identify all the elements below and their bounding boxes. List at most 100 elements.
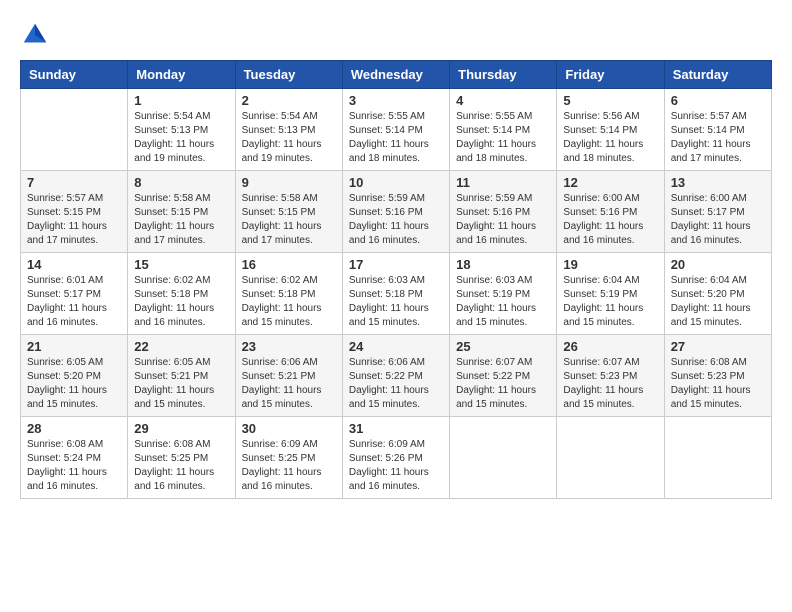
calendar-week-row: 7 Sunrise: 5:57 AM Sunset: 5:15 PM Daylig… bbox=[21, 171, 772, 253]
cell-info: Sunrise: 6:05 AM Sunset: 5:21 PM Dayligh… bbox=[134, 356, 228, 412]
day-number: 25 bbox=[456, 339, 550, 354]
calendar-cell bbox=[21, 89, 128, 171]
day-number: 19 bbox=[563, 257, 657, 272]
calendar-cell: 8Sunrise: 5:58 AM Sunset: 5:15 PM Daylig… bbox=[128, 171, 235, 253]
cell-info: Sunrise: 5:55 AM Sunset: 5:14 PM Dayligh… bbox=[456, 110, 550, 166]
calendar-cell: 4 Sunrise: 5:55 AM Sunset: 5:14 PM Daylig… bbox=[450, 89, 557, 171]
day-number: 17 bbox=[349, 257, 443, 272]
calendar-cell: 18 Sunrise: 6:03 AM Sunset: 5:19 PM Dayli… bbox=[450, 253, 557, 335]
column-header-sunday: Sunday bbox=[21, 61, 128, 89]
cell-info: Sunrise: 6:04 AM Sunset: 5:19 PM Dayligh… bbox=[563, 274, 657, 330]
cell-info: Sunrise: 6:03 AM Sunset: 5:19 PM Dayligh… bbox=[456, 274, 550, 330]
logo bbox=[20, 20, 54, 50]
column-header-tuesday: Tuesday bbox=[235, 61, 342, 89]
day-number: 11 bbox=[456, 175, 550, 190]
cell-info: Sunrise: 5:57 AM Sunset: 5:15 PM Dayligh… bbox=[27, 192, 121, 248]
day-number: 10 bbox=[349, 175, 443, 190]
calendar-cell: 9Sunrise: 5:58 AM Sunset: 5:15 PM Daylig… bbox=[235, 171, 342, 253]
cell-info: Sunrise: 5:54 AM Sunset: 5:13 PM Dayligh… bbox=[134, 110, 228, 166]
day-number: 3 bbox=[349, 93, 443, 108]
cell-info: Sunrise: 6:02 AM Sunset: 5:18 PM Dayligh… bbox=[134, 274, 228, 330]
cell-info: Sunrise: 6:04 AM Sunset: 5:20 PM Dayligh… bbox=[671, 274, 765, 330]
day-number: 13 bbox=[671, 175, 765, 190]
day-number: 27 bbox=[671, 339, 765, 354]
cell-info: Sunrise: 6:08 AM Sunset: 5:24 PM Dayligh… bbox=[27, 438, 121, 494]
logo-icon bbox=[20, 20, 50, 50]
day-number: 5 bbox=[563, 93, 657, 108]
day-number: 20 bbox=[671, 257, 765, 272]
calendar-cell: 22 Sunrise: 6:05 AM Sunset: 5:21 PM Dayli… bbox=[128, 335, 235, 417]
column-header-saturday: Saturday bbox=[664, 61, 771, 89]
cell-info: Sunrise: 5:56 AM Sunset: 5:14 PM Dayligh… bbox=[563, 110, 657, 166]
calendar-cell: 26Sunrise: 6:07 AM Sunset: 5:23 PM Dayli… bbox=[557, 335, 664, 417]
calendar-week-row: 1 Sunrise: 5:54 AM Sunset: 5:13 PM Daylig… bbox=[21, 89, 772, 171]
cell-info: Sunrise: 6:06 AM Sunset: 5:21 PM Dayligh… bbox=[242, 356, 336, 412]
day-number: 22 bbox=[134, 339, 228, 354]
calendar-cell: 14 Sunrise: 6:01 AM Sunset: 5:17 PM Dayli… bbox=[21, 253, 128, 335]
calendar-cell bbox=[557, 417, 664, 499]
day-number: 7 bbox=[27, 175, 121, 190]
cell-info: Sunrise: 6:03 AM Sunset: 5:18 PM Dayligh… bbox=[349, 274, 443, 330]
cell-info: Sunrise: 5:55 AM Sunset: 5:14 PM Dayligh… bbox=[349, 110, 443, 166]
cell-info: Sunrise: 6:09 AM Sunset: 5:26 PM Dayligh… bbox=[349, 438, 443, 494]
calendar-cell bbox=[450, 417, 557, 499]
calendar-cell: 19 Sunrise: 6:04 AM Sunset: 5:19 PM Dayli… bbox=[557, 253, 664, 335]
cell-info: Sunrise: 6:08 AM Sunset: 5:25 PM Dayligh… bbox=[134, 438, 228, 494]
day-number: 9 bbox=[242, 175, 336, 190]
calendar-cell: 17 Sunrise: 6:03 AM Sunset: 5:18 PM Dayli… bbox=[342, 253, 449, 335]
calendar-table: SundayMondayTuesdayWednesdayThursdayFrid… bbox=[20, 60, 772, 499]
day-number: 4 bbox=[456, 93, 550, 108]
calendar-cell: 10Sunrise: 5:59 AM Sunset: 5:16 PM Dayli… bbox=[342, 171, 449, 253]
calendar-cell: 20 Sunrise: 6:04 AM Sunset: 5:20 PM Dayli… bbox=[664, 253, 771, 335]
cell-info: Sunrise: 6:00 AM Sunset: 5:17 PM Dayligh… bbox=[671, 192, 765, 248]
day-number: 14 bbox=[27, 257, 121, 272]
calendar-cell: 11 Sunrise: 5:59 AM Sunset: 5:16 PM Dayli… bbox=[450, 171, 557, 253]
cell-info: Sunrise: 6:08 AM Sunset: 5:23 PM Dayligh… bbox=[671, 356, 765, 412]
calendar-week-row: 21 Sunrise: 6:05 AM Sunset: 5:20 PM Dayli… bbox=[21, 335, 772, 417]
calendar-cell: 12Sunrise: 6:00 AM Sunset: 5:16 PM Dayli… bbox=[557, 171, 664, 253]
cell-info: Sunrise: 5:59 AM Sunset: 5:16 PM Dayligh… bbox=[456, 192, 550, 248]
day-number: 16 bbox=[242, 257, 336, 272]
calendar-cell: 30 Sunrise: 6:09 AM Sunset: 5:25 PM Dayli… bbox=[235, 417, 342, 499]
day-number: 1 bbox=[134, 93, 228, 108]
day-number: 21 bbox=[27, 339, 121, 354]
cell-info: Sunrise: 6:02 AM Sunset: 5:18 PM Dayligh… bbox=[242, 274, 336, 330]
calendar-header-row: SundayMondayTuesdayWednesdayThursdayFrid… bbox=[21, 61, 772, 89]
day-number: 30 bbox=[242, 421, 336, 436]
calendar-cell: 6 Sunrise: 5:57 AM Sunset: 5:14 PM Daylig… bbox=[664, 89, 771, 171]
day-number: 8 bbox=[134, 175, 228, 190]
day-number: 18 bbox=[456, 257, 550, 272]
calendar-week-row: 28 Sunrise: 6:08 AM Sunset: 5:24 PM Dayli… bbox=[21, 417, 772, 499]
calendar-cell bbox=[664, 417, 771, 499]
day-number: 6 bbox=[671, 93, 765, 108]
day-number: 31 bbox=[349, 421, 443, 436]
calendar-cell: 13 Sunrise: 6:00 AM Sunset: 5:17 PM Dayli… bbox=[664, 171, 771, 253]
day-number: 28 bbox=[27, 421, 121, 436]
cell-info: Sunrise: 5:57 AM Sunset: 5:14 PM Dayligh… bbox=[671, 110, 765, 166]
cell-info: Sunrise: 5:54 AM Sunset: 5:13 PM Dayligh… bbox=[242, 110, 336, 166]
calendar-cell: 27 Sunrise: 6:08 AM Sunset: 5:23 PM Dayli… bbox=[664, 335, 771, 417]
calendar-cell: 3 Sunrise: 5:55 AM Sunset: 5:14 PM Daylig… bbox=[342, 89, 449, 171]
cell-info: Sunrise: 6:07 AM Sunset: 5:22 PM Dayligh… bbox=[456, 356, 550, 412]
cell-info: Sunrise: 6:09 AM Sunset: 5:25 PM Dayligh… bbox=[242, 438, 336, 494]
cell-info: Sunrise: 6:00 AM Sunset: 5:16 PM Dayligh… bbox=[563, 192, 657, 248]
calendar-cell: 24Sunrise: 6:06 AM Sunset: 5:22 PM Dayli… bbox=[342, 335, 449, 417]
cell-info: Sunrise: 6:01 AM Sunset: 5:17 PM Dayligh… bbox=[27, 274, 121, 330]
page-header bbox=[20, 20, 772, 50]
cell-info: Sunrise: 6:07 AM Sunset: 5:23 PM Dayligh… bbox=[563, 356, 657, 412]
calendar-week-row: 14 Sunrise: 6:01 AM Sunset: 5:17 PM Dayli… bbox=[21, 253, 772, 335]
calendar-cell: 5 Sunrise: 5:56 AM Sunset: 5:14 PM Daylig… bbox=[557, 89, 664, 171]
calendar-cell: 23 Sunrise: 6:06 AM Sunset: 5:21 PM Dayli… bbox=[235, 335, 342, 417]
calendar-cell: 15Sunrise: 6:02 AM Sunset: 5:18 PM Dayli… bbox=[128, 253, 235, 335]
calendar-cell: 28 Sunrise: 6:08 AM Sunset: 5:24 PM Dayli… bbox=[21, 417, 128, 499]
day-number: 2 bbox=[242, 93, 336, 108]
day-number: 23 bbox=[242, 339, 336, 354]
column-header-thursday: Thursday bbox=[450, 61, 557, 89]
calendar-cell: 2 Sunrise: 5:54 AM Sunset: 5:13 PM Daylig… bbox=[235, 89, 342, 171]
calendar-cell: 21 Sunrise: 6:05 AM Sunset: 5:20 PM Dayli… bbox=[21, 335, 128, 417]
day-number: 29 bbox=[134, 421, 228, 436]
column-header-friday: Friday bbox=[557, 61, 664, 89]
calendar-cell: 16 Sunrise: 6:02 AM Sunset: 5:18 PM Dayli… bbox=[235, 253, 342, 335]
column-header-wednesday: Wednesday bbox=[342, 61, 449, 89]
cell-info: Sunrise: 6:05 AM Sunset: 5:20 PM Dayligh… bbox=[27, 356, 121, 412]
